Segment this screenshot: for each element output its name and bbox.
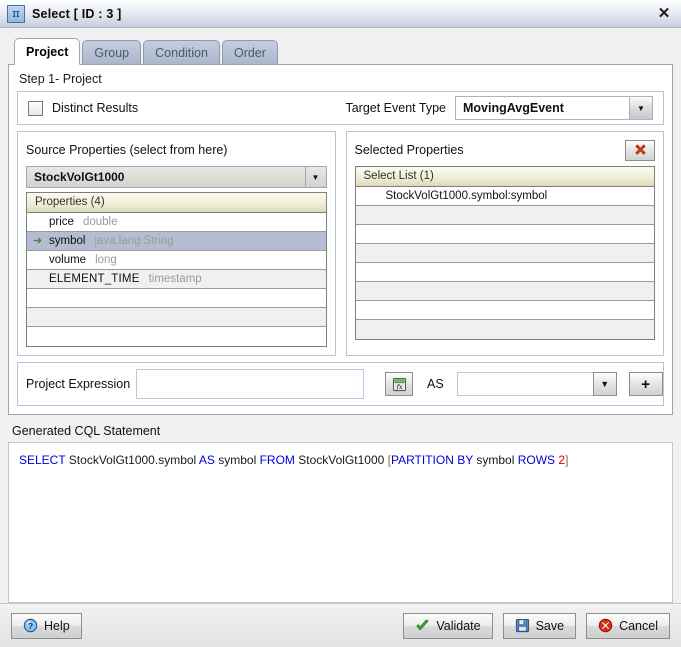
check-icon — [416, 619, 429, 631]
select-dialog-window: π Select [ ID : 3 ] ✕ Project Group Cond… — [0, 0, 681, 647]
cancel-button[interactable]: Cancel — [586, 612, 670, 639]
list-item[interactable] — [355, 263, 654, 282]
dialog-content: Project Group Condition Order Step 1- Pr… — [0, 28, 681, 603]
source-stream-select[interactable]: StockVolGt1000 ▼ — [26, 166, 327, 188]
property-type: timestamp — [148, 272, 202, 285]
close-icon[interactable]: ✕ — [655, 5, 673, 23]
source-list-header: Properties (4) — [27, 193, 326, 213]
distinct-results-label: Distinct Results — [52, 101, 139, 115]
cql-token: AS — [198, 453, 215, 467]
validate-label: Validate — [436, 618, 481, 633]
selected-property-label: StockVolGt1000.symbol:symbol — [385, 189, 548, 202]
list-item[interactable] — [355, 244, 654, 263]
project-options-box: Distinct Results Target Event Type Movin… — [17, 91, 664, 125]
validate-button[interactable]: Validate — [403, 612, 493, 639]
chevron-down-icon[interactable]: ▼ — [629, 97, 652, 119]
cql-token: SELECT — [19, 453, 66, 467]
tab-condition[interactable]: Condition — [143, 40, 220, 64]
list-item[interactable] — [355, 225, 654, 244]
cancel-label: Cancel — [619, 618, 658, 633]
svg-text:?: ? — [28, 621, 33, 631]
selected-row-arrow-icon: ➜ — [33, 234, 43, 247]
property-type: double — [82, 215, 118, 228]
table-row[interactable]: ➜ symbol java.lang.String — [27, 232, 326, 251]
property-name: ELEMENT_TIME — [49, 272, 140, 285]
alias-as-label: AS — [427, 377, 444, 391]
step-label: Step 1- Project — [19, 72, 102, 86]
source-stream-value: StockVolGt1000 — [34, 170, 125, 184]
table-row[interactable] — [27, 308, 326, 327]
function-builder-icon: fx — [392, 377, 406, 391]
alias-value — [458, 373, 593, 395]
distinct-results-checkbox[interactable] — [28, 100, 43, 116]
generated-cql-statement[interactable]: SELECT StockVolGt1000.symbol AS symbol F… — [8, 442, 673, 603]
source-panel-header: Source Properties (select from here) — [26, 139, 327, 161]
options-row: Distinct Results Target Event Type Movin… — [18, 92, 663, 124]
project-expression-label: Project Expression — [26, 377, 131, 391]
title-bar: π Select [ ID : 3 ] ✕ — [0, 0, 681, 28]
table-row[interactable]: price double — [27, 213, 326, 232]
cql-token: StockVolGt1000 — [294, 453, 388, 467]
list-item[interactable] — [355, 282, 654, 301]
cql-token: FROM — [259, 453, 295, 467]
dialog-footer: ? Help Validate Save Cancel — [0, 603, 681, 647]
projection-pi-icon: π — [7, 4, 25, 23]
target-event-type-label: Target Event Type — [345, 101, 446, 115]
help-label: Help — [44, 618, 70, 633]
selected-list-header: Select List (1) — [355, 167, 654, 187]
function-builder-button[interactable]: fx — [385, 372, 413, 396]
target-event-type-select[interactable]: MovingAvgEvent ▼ — [455, 96, 653, 120]
project-expression-row: Project Expression fx AS ▼ + — [17, 362, 664, 406]
generated-cql-label: Generated CQL Statement — [12, 424, 161, 438]
save-label: Save — [535, 618, 565, 633]
delete-selected-button[interactable] — [625, 139, 655, 161]
tab-bar: Project Group Condition Order — [8, 36, 673, 65]
table-row[interactable]: ELEMENT_TIME timestamp — [27, 270, 326, 289]
target-event-type-value: MovingAvgEvent — [463, 101, 564, 115]
chevron-down-icon[interactable]: ▼ — [304, 167, 326, 187]
source-panel-title: Source Properties (select from here) — [26, 143, 228, 157]
alias-select[interactable]: ▼ — [456, 372, 617, 396]
svg-text:fx: fx — [395, 383, 402, 391]
selected-properties-panel: Selected Properties Select List (1) Stoc… — [345, 131, 664, 356]
cql-token: StockVolGt1000.symbol — [65, 453, 199, 467]
selected-properties-list: Select List (1) StockVolGt1000.symbol:sy… — [354, 166, 655, 340]
selected-panel-header: Selected Properties — [354, 139, 655, 161]
source-properties-list: Properties (4) price double ➜ symbol jav… — [26, 192, 327, 347]
cql-token: ] — [565, 453, 569, 467]
tab-group[interactable]: Group — [82, 40, 142, 64]
property-type: long — [95, 253, 117, 266]
cql-token: ROWS — [517, 453, 556, 467]
help-button[interactable]: ? Help — [11, 612, 82, 639]
list-item[interactable]: StockVolGt1000.symbol:symbol — [355, 187, 654, 206]
cql-token: PARTITION BY — [390, 453, 474, 467]
property-type: java.lang.String — [94, 234, 174, 247]
list-item[interactable] — [355, 301, 654, 320]
add-projection-button[interactable]: + — [628, 372, 663, 396]
table-row[interactable]: volume long — [27, 251, 326, 270]
tab-project[interactable]: Project — [14, 38, 81, 65]
save-disk-icon — [515, 618, 529, 633]
source-properties-panel: Source Properties (select from here) Sto… — [17, 131, 336, 356]
chevron-down-icon[interactable]: ▼ — [592, 372, 617, 396]
table-row[interactable] — [27, 327, 326, 346]
cancel-icon — [598, 618, 613, 633]
tab-order[interactable]: Order — [221, 40, 278, 64]
window-title: Select [ ID : 3 ] — [32, 6, 122, 21]
save-button[interactable]: Save — [502, 612, 577, 639]
project-expression-input[interactable] — [136, 369, 364, 399]
list-item[interactable] — [355, 320, 654, 339]
help-icon: ? — [23, 618, 38, 633]
red-x-delete-icon — [634, 144, 646, 155]
project-tab-panel: Step 1- Project Distinct Results Target … — [8, 64, 673, 415]
selected-panel-title: Selected Properties — [354, 143, 464, 157]
property-name: volume — [49, 253, 87, 266]
table-row[interactable] — [27, 289, 326, 308]
property-name: symbol — [49, 234, 86, 247]
cql-token: symbol — [214, 453, 260, 467]
properties-panels: Source Properties (select from here) Sto… — [17, 131, 664, 356]
cql-token: symbol — [473, 453, 518, 467]
list-item[interactable] — [355, 206, 654, 225]
property-name: price — [49, 215, 74, 228]
